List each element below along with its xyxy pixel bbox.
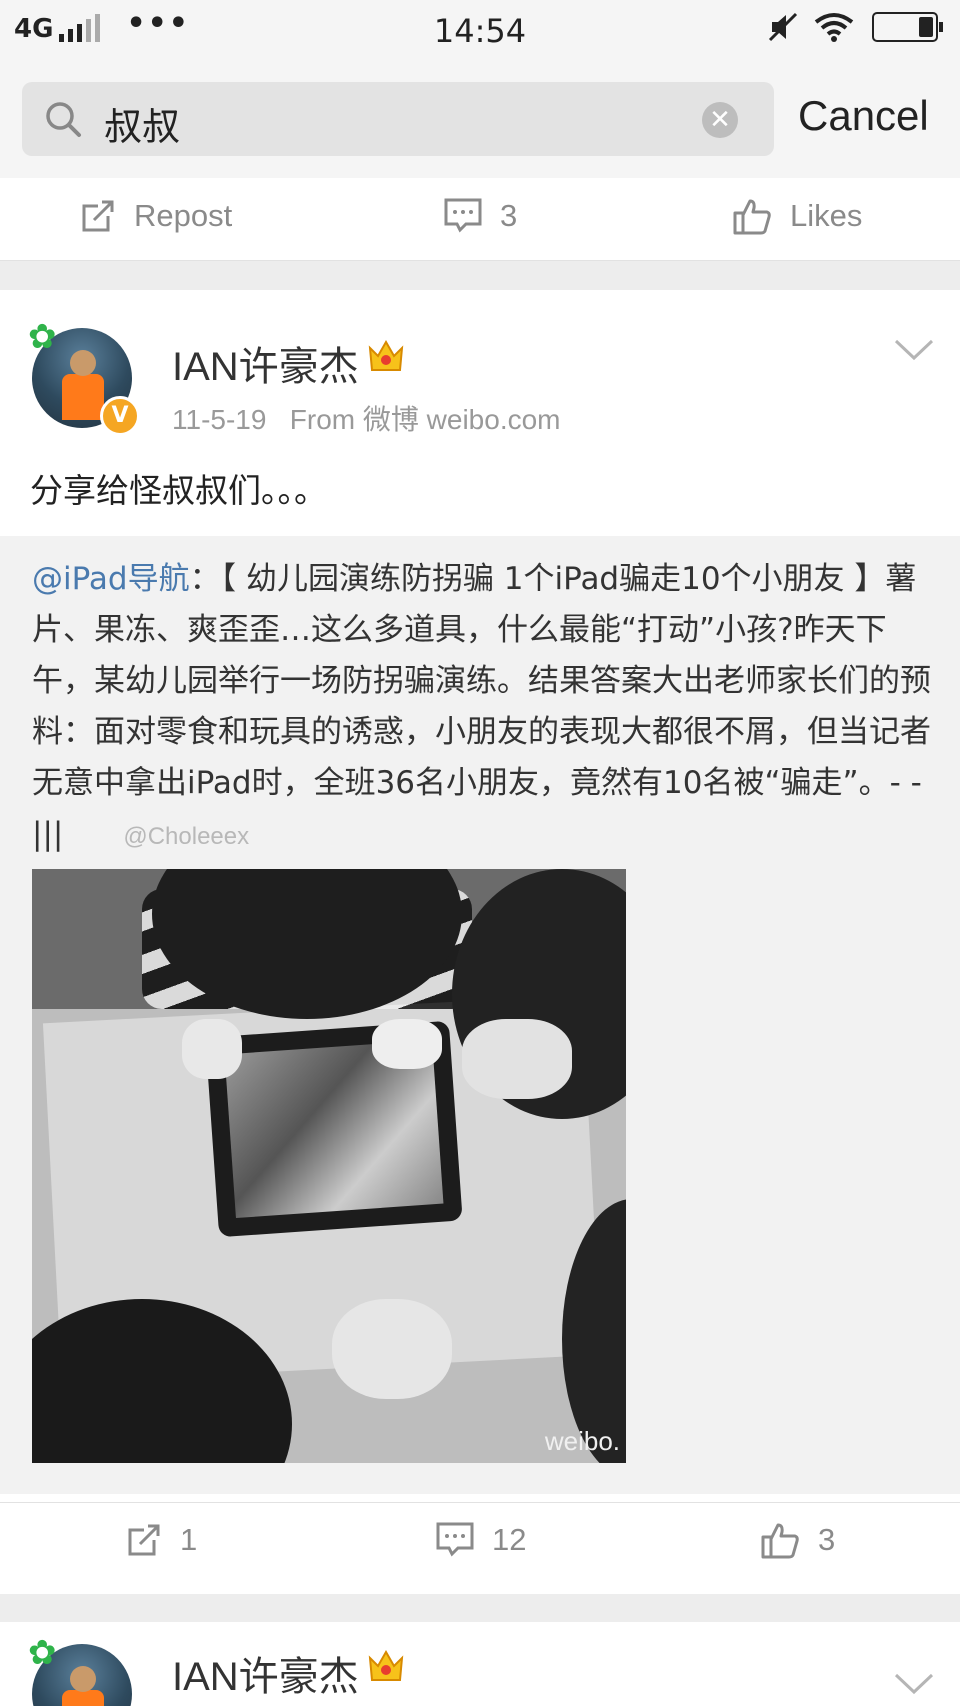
clover-icon: ✿	[28, 317, 57, 357]
post-card: ✿ V IAN许豪杰 11-5-19 From 微博 weibo.com 分享给…	[0, 290, 960, 1594]
username[interactable]: IAN许豪杰	[172, 1644, 359, 1702]
reposted-content[interactable]: @iPad导航：【 幼儿园演练防拐骗 1个iPad骗走10个小朋友 】薯片、果冻…	[0, 536, 960, 1494]
like-button[interactable]: 3	[760, 1520, 835, 1560]
crown-badge-icon	[368, 1649, 404, 1681]
search-input[interactable]: 叔叔 ✕	[22, 82, 774, 156]
comment-count: 3	[500, 198, 518, 233]
comment-icon	[444, 198, 482, 233]
search-icon	[46, 102, 81, 137]
search-query: 叔叔	[104, 105, 181, 149]
repost-icon	[82, 200, 114, 232]
chevron-down-icon[interactable]	[894, 338, 934, 362]
repost-button[interactable]: 1	[126, 1522, 197, 1558]
comment-count: 12	[492, 1522, 527, 1557]
comment-button[interactable]: 12	[436, 1522, 526, 1558]
reposted-body: ：【 幼儿园演练防拐骗 1个iPad骗走10个小朋友 】薯片、果冻、爽歪歪…这么…	[32, 561, 931, 852]
post-source: From 微博 weibo.com	[289, 404, 561, 435]
reposted-text: @iPad导航：【 幼儿园演练防拐骗 1个iPad骗走10个小朋友 】薯片、果冻…	[32, 554, 932, 862]
verified-badge-icon: V	[100, 396, 140, 436]
wifi-icon	[814, 13, 854, 42]
next-post-card: ✿ IAN许豪杰	[0, 1622, 960, 1706]
post-text: 分享给怪叔叔们。。。	[30, 471, 327, 510]
comment-icon	[436, 1522, 474, 1557]
clear-search-icon[interactable]: ✕	[702, 102, 738, 138]
repost-label: Repost	[134, 198, 233, 233]
prev-post-action-bar: Repost 3 Likes	[0, 178, 960, 261]
crown-badge-icon	[368, 339, 404, 371]
avatar[interactable]: ✿	[28, 1636, 140, 1706]
photo-watermark: weibo.	[544, 1426, 620, 1456]
post-image[interactable]: weibo.	[32, 869, 626, 1463]
search-bar: 叔叔 ✕ Cancel	[0, 62, 960, 180]
cancel-button[interactable]: Cancel	[798, 92, 929, 140]
username[interactable]: IAN许豪杰	[172, 334, 359, 392]
comment-button[interactable]: 3	[444, 198, 517, 234]
mute-icon	[768, 12, 798, 42]
repost-button[interactable]: Repost	[80, 198, 232, 234]
repost-icon	[128, 1524, 160, 1556]
like-count: 3	[818, 1522, 836, 1557]
likes-label: Likes	[790, 198, 863, 233]
chevron-down-icon[interactable]	[894, 1672, 934, 1696]
avatar[interactable]: ✿ V	[28, 320, 140, 436]
mention-link[interactable]: @iPad导航	[32, 561, 190, 597]
post-meta: 11-5-19 From 微博 weibo.com	[172, 398, 561, 438]
thumbs-up-icon	[733, 199, 771, 235]
clover-icon: ✿	[28, 1633, 57, 1673]
post-date: 11-5-19	[172, 404, 267, 435]
repost-count: 1	[180, 1522, 198, 1557]
image-watermark-text: @Choleeex	[123, 823, 250, 850]
status-bar: 4G ••• 14:54	[0, 0, 960, 62]
like-button[interactable]: Likes	[732, 196, 862, 236]
thumbs-up-icon	[761, 1523, 799, 1559]
battery-icon	[872, 12, 943, 42]
